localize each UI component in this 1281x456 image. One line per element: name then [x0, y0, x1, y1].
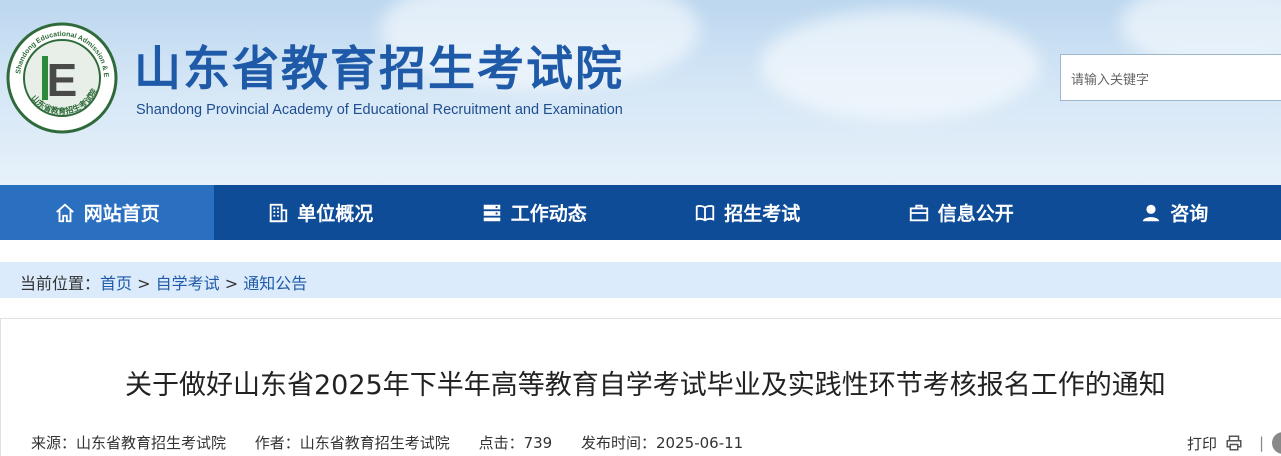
nav-item-consult[interactable]: 咨询 [1068, 185, 1281, 240]
article-author: 作者：山东省教育招生考试院 [254, 434, 450, 452]
article-title: 关于做好山东省2025年下半年高等教育自学考试毕业及实践性环节考核报名工作的通知 [125, 370, 1166, 401]
search-input[interactable]: 请输入关键字 [1060, 54, 1281, 101]
breadcrumb: 当前位置：首页 > 自学考试 > 通知公告 [0, 262, 1281, 298]
building-icon [269, 203, 288, 222]
print-button[interactable]: 打印 [1187, 433, 1217, 454]
article-clicks: 点击：739 [478, 434, 553, 452]
breadcrumb-home-link[interactable]: 首页 [100, 274, 132, 293]
breadcrumb-separator: > [219, 274, 244, 293]
nav-item-disclosure[interactable]: 信息公开 [854, 185, 1068, 240]
main-nav: 网站首页 单位概况 工作动态 招生考试 信息公开 咨询 [0, 185, 1281, 240]
briefcase-icon [909, 204, 928, 221]
nav-label: 招生考试 [724, 203, 801, 225]
printer-icon[interactable] [1225, 434, 1243, 452]
home-icon [55, 203, 74, 222]
share-icon[interactable] [1272, 432, 1281, 454]
nav-label: 信息公开 [937, 203, 1014, 225]
nav-label: 咨询 [1170, 203, 1209, 225]
server-icon [483, 204, 500, 221]
nav-label: 工作动态 [510, 203, 587, 225]
logo-seal-icon[interactable]: Shandong Educational Admission & Examina… [6, 22, 118, 134]
tools-divider: | [1259, 434, 1265, 452]
site-title[interactable]: 山东省教育招生考试院 [134, 42, 624, 98]
nav-item-news[interactable]: 工作动态 [427, 185, 641, 240]
nav-item-home[interactable]: 网站首页 [0, 185, 214, 240]
nav-item-about[interactable]: 单位概况 [214, 185, 428, 240]
breadcrumb-selfexam-link[interactable]: 自学考试 [156, 274, 220, 293]
nav-label: 单位概况 [297, 203, 374, 225]
site-subtitle: Shandong Provincial Academy of Education… [136, 102, 623, 118]
nav-item-exams[interactable]: 招生考试 [641, 185, 855, 240]
breadcrumb-prefix: 当前位置： [20, 274, 101, 293]
article-source: 来源：山东省教育招生考试院 [31, 434, 227, 452]
seal-letter: E [47, 54, 78, 106]
article-tools: 打印 | [1187, 432, 1281, 454]
user-icon [1142, 204, 1160, 221]
article-meta: 来源：山东省教育招生考试院 作者：山东省教育招生考试院 点击：739 发布时间：… [31, 432, 767, 453]
article-date: 发布时间：2025-06-11 [581, 434, 744, 452]
breadcrumb-notice-link[interactable]: 通知公告 [243, 274, 307, 293]
cloud-decoration [760, 10, 1040, 120]
book-icon [696, 204, 715, 221]
nav-label: 网站首页 [83, 203, 160, 225]
article-panel: 关于做好山东省2025年下半年高等教育自学考试毕业及实践性环节考核报名工作的通知… [0, 318, 1281, 456]
breadcrumb-separator: > [132, 274, 156, 293]
site-header: Shandong Educational Admission & Examina… [0, 0, 1281, 185]
